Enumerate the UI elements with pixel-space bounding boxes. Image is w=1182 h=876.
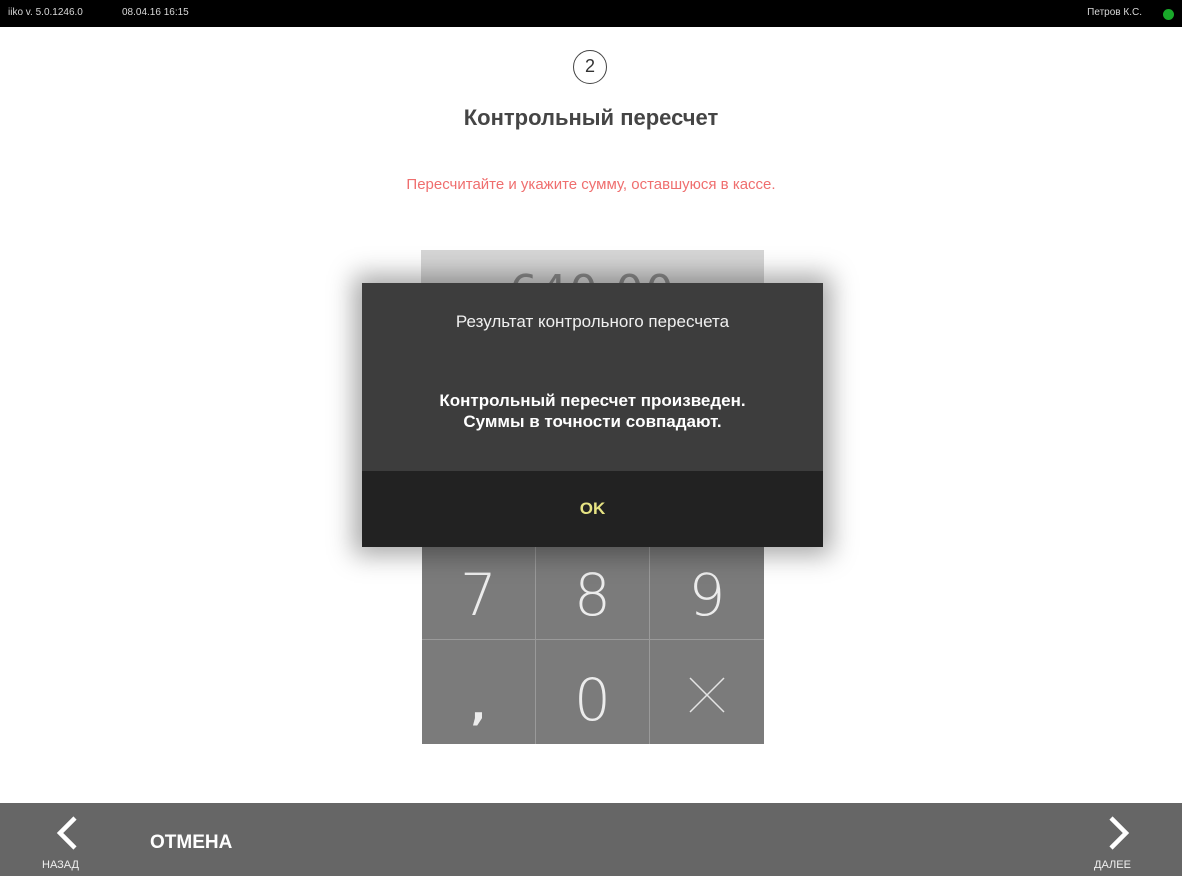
close-icon [689, 677, 725, 713]
next-label: ДАЛЕЕ [1094, 859, 1131, 871]
dialog-message: Контрольный пересчет произведен. Суммы в… [362, 390, 823, 432]
cancel-button[interactable]: ОТМЕНА [150, 832, 232, 854]
app-version: iiko v. 5.0.1246.0 [8, 7, 83, 18]
back-label: НАЗАД [42, 859, 79, 871]
chevron-right-icon [1109, 816, 1130, 850]
key-0[interactable]: 0 [536, 640, 650, 744]
ok-button[interactable]: OK [362, 471, 823, 547]
dialog-message-line-1: Контрольный пересчет произведен. [439, 391, 746, 410]
chevron-left-icon [56, 816, 77, 850]
top-status-bar: iiko v. 5.0.1246.0 08.04.16 16:15 Петров… [0, 0, 1182, 27]
instruction-text: Пересчитайте и укажите сумму, оставшуюся… [406, 176, 776, 193]
dialog-title: Результат контрольного пересчета [455, 312, 730, 331]
back-button[interactable]: НАЗАД [42, 811, 92, 873]
page-title: Контрольный пересчет [463, 105, 719, 130]
step-indicator: 2 [573, 50, 607, 84]
dialog-message-line-2: Суммы в точности совпадают. [463, 412, 722, 431]
key-clear[interactable] [650, 640, 764, 744]
date-time: 08.04.16 16:15 [122, 7, 189, 18]
next-button[interactable]: ДАЛЕЕ [1094, 811, 1144, 873]
key-comma[interactable]: , [422, 640, 536, 744]
numeric-keypad: 7 8 9 , 0 [422, 530, 764, 744]
bottom-action-bar: НАЗАД ОТМЕНА ДАЛЕЕ [0, 803, 1182, 876]
user-name: Петров К.С. [1087, 7, 1142, 18]
result-dialog: Результат контрольного пересчета Контрол… [362, 283, 823, 547]
status-indicator-icon [1163, 9, 1174, 20]
